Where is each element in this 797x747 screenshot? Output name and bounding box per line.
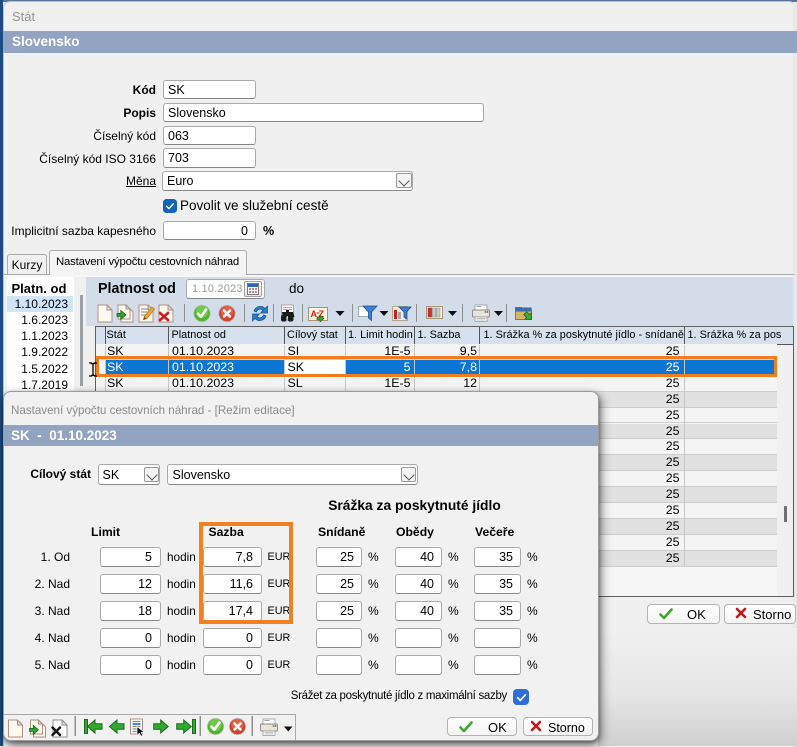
svg-text:A: A xyxy=(311,309,318,319)
